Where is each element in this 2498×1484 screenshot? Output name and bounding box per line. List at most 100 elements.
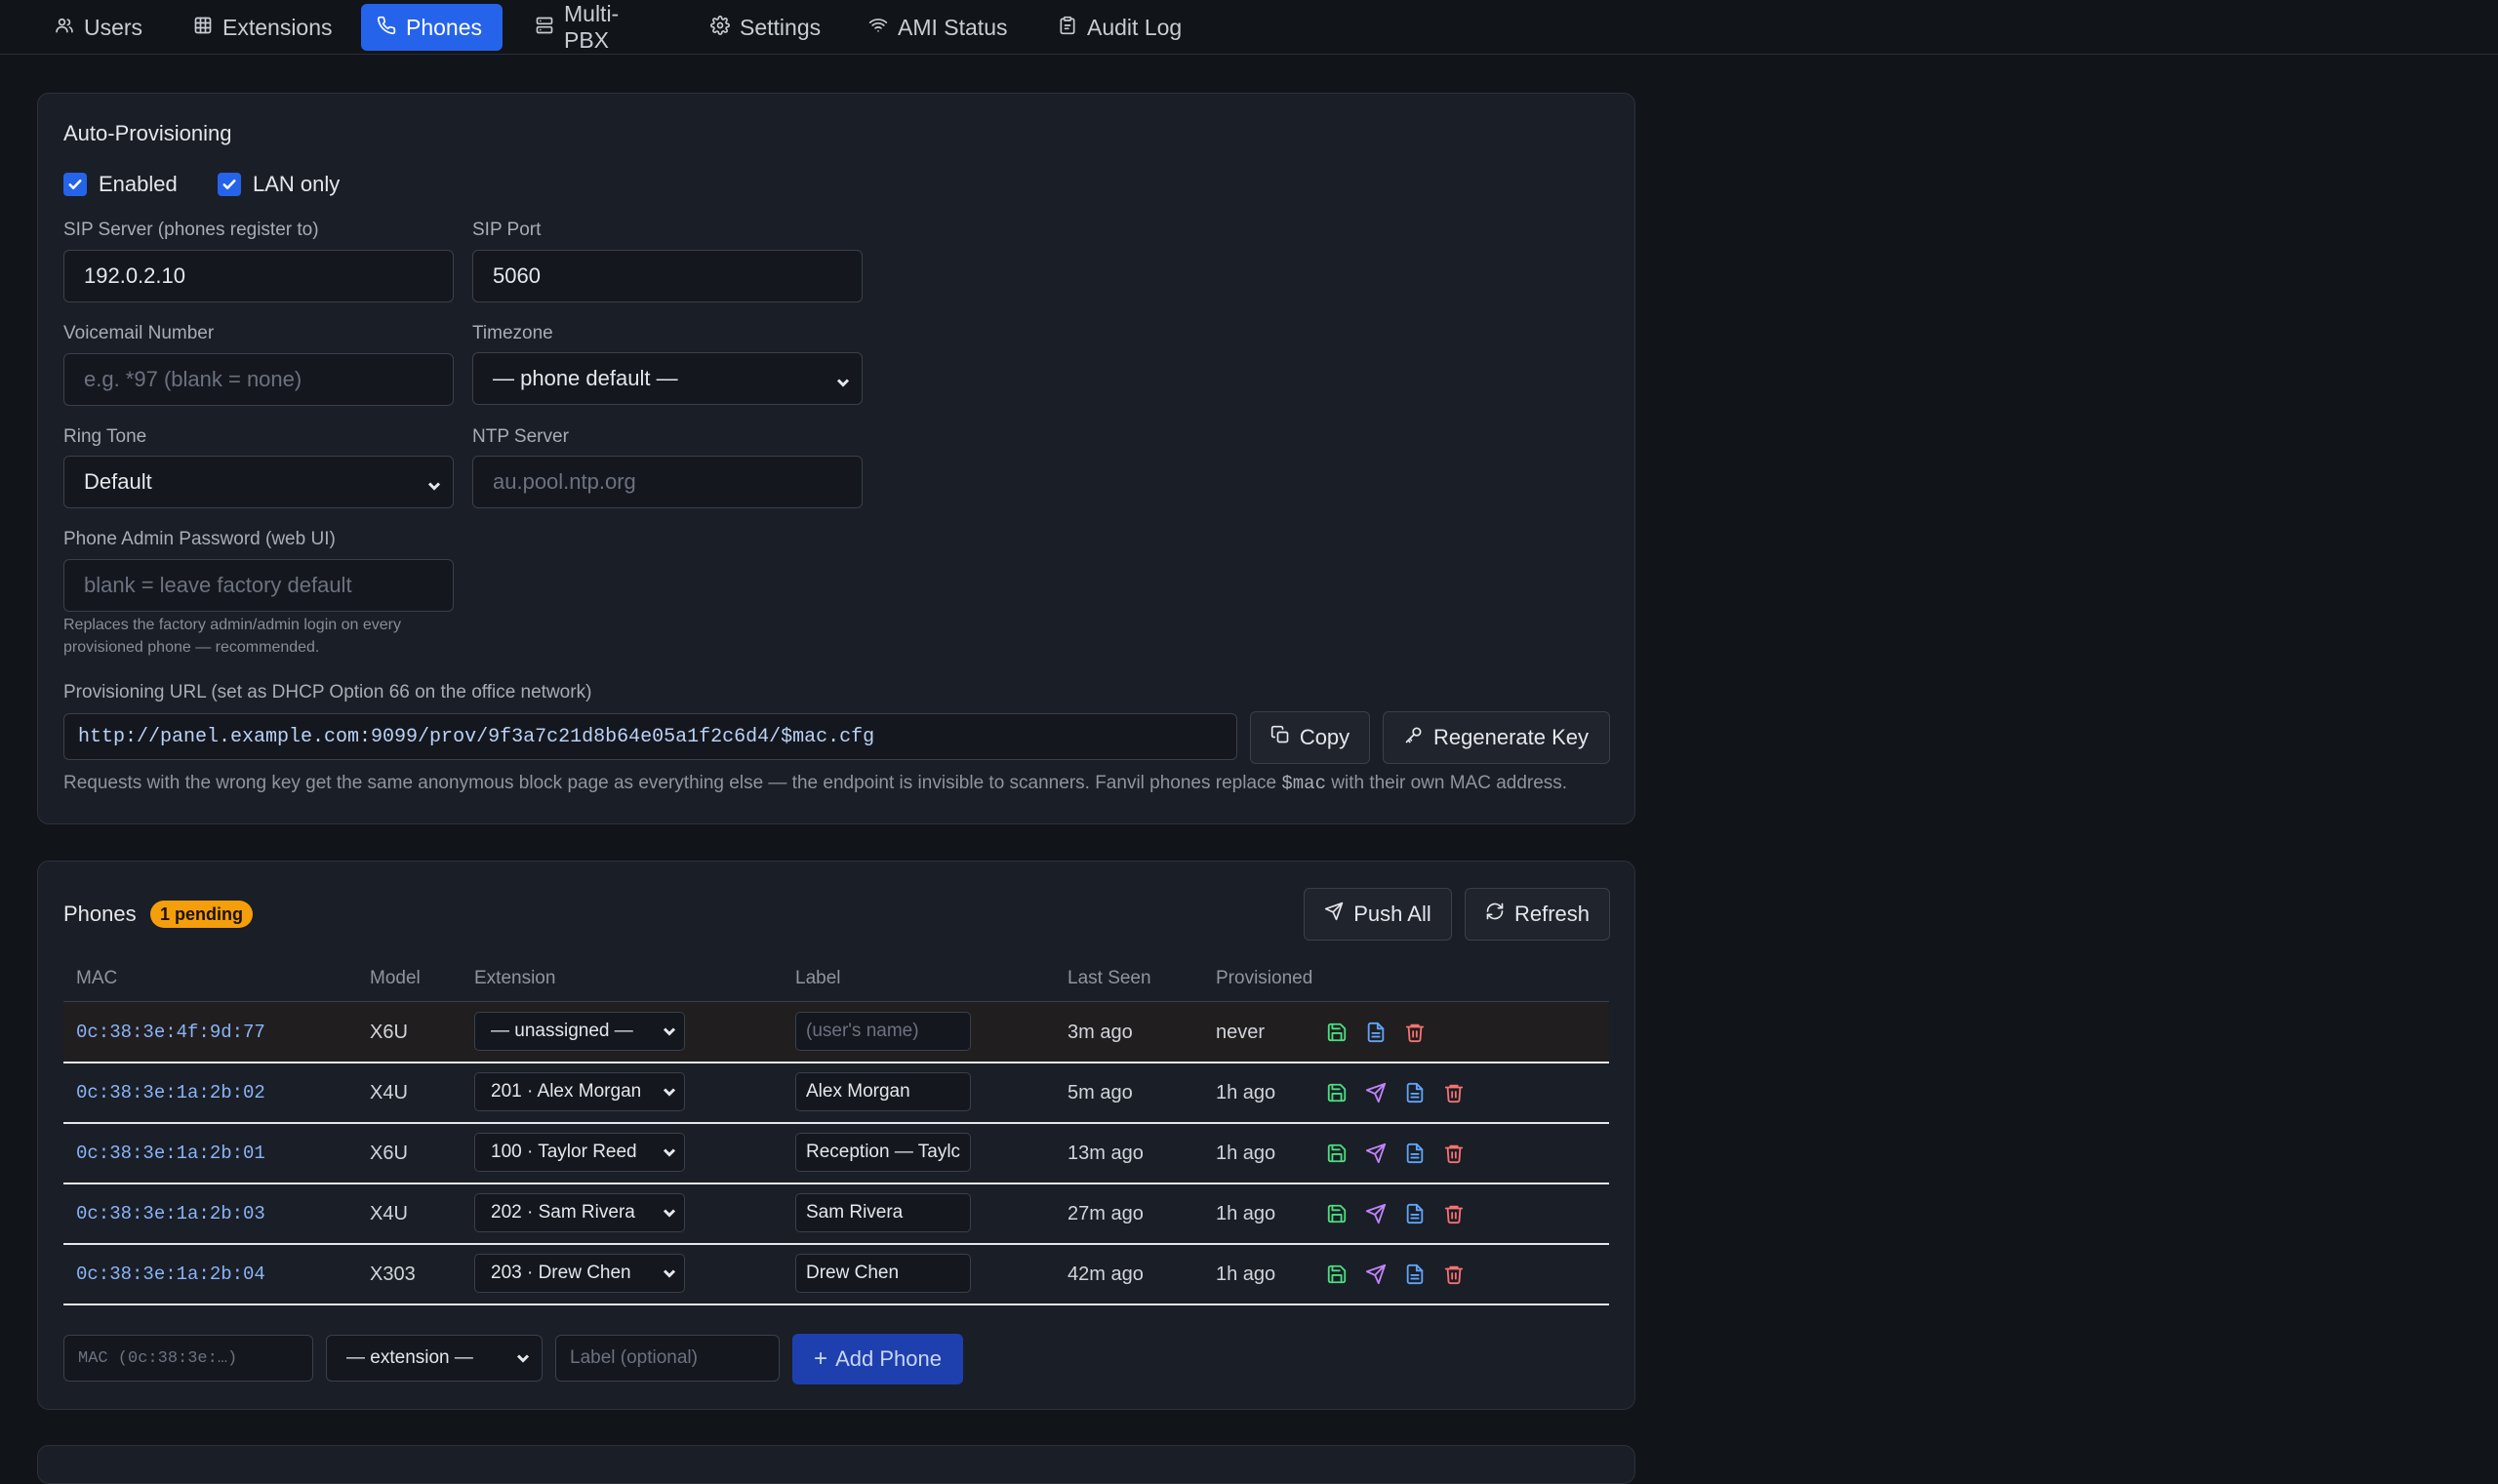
phone-icon — [377, 15, 396, 41]
sip-port-input[interactable] — [472, 250, 863, 302]
tab-audit-log[interactable]: Audit Log — [1042, 4, 1198, 51]
timezone-select[interactable]: — phone default — — [472, 352, 863, 405]
provisioned: 1h ago — [1216, 1263, 1276, 1285]
config-file-icon[interactable] — [1404, 1203, 1426, 1224]
timezone-value: — phone default — — [493, 366, 678, 390]
lan-only-checkbox[interactable]: LAN only — [218, 172, 340, 197]
label-input[interactable]: Sam Rivera — [795, 1193, 971, 1232]
lan-only-label: LAN only — [253, 172, 341, 196]
provisioning-url-label: Provisioning URL (set as DHCP Option 66 … — [63, 682, 592, 702]
config-file-icon[interactable] — [1365, 1022, 1387, 1043]
admin-password-input[interactable] — [63, 559, 454, 612]
model: X4U — [370, 1202, 408, 1224]
copy-label: Copy — [1299, 725, 1350, 749]
pending-badge: 1 pending — [150, 901, 253, 928]
send-icon[interactable] — [1365, 1082, 1387, 1103]
new-extension-select[interactable]: — extension — — [326, 1335, 543, 1382]
column-header-extension: Extension — [474, 968, 556, 988]
provisioning-url-input[interactable] — [63, 713, 1237, 760]
push-all-label: Push All — [1353, 902, 1431, 926]
provisioned: never — [1216, 1021, 1266, 1043]
add-phone-label: Add Phone — [835, 1346, 942, 1371]
trash-icon[interactable] — [1443, 1143, 1465, 1164]
ntp-input[interactable] — [472, 456, 863, 508]
trash-icon[interactable] — [1443, 1203, 1465, 1224]
hint-line: Replaces the factory admin/admin login o… — [63, 617, 401, 633]
last-seen: 27m ago — [1068, 1202, 1144, 1224]
table-row: 0c:38:3e:1a:2b:01 X6U 100 · Taylor Reed Rec… — [63, 1124, 1609, 1184]
send-icon[interactable] — [1365, 1143, 1387, 1164]
extension-select[interactable]: 203 · Drew Chen — [474, 1254, 685, 1293]
save-icon[interactable] — [1326, 1203, 1348, 1224]
model: X303 — [370, 1263, 416, 1285]
add-phone-button[interactable]: + Add Phone — [792, 1334, 963, 1384]
tab-phones[interactable]: Phones — [361, 4, 503, 51]
trash-icon[interactable] — [1443, 1082, 1465, 1103]
wifi-icon — [868, 15, 888, 41]
model: X6U — [370, 1142, 408, 1164]
refresh-button[interactable]: Refresh — [1465, 888, 1610, 941]
extension-select[interactable]: 202 · Sam Rivera — [474, 1193, 685, 1232]
sip-port-label: SIP Port — [472, 220, 542, 240]
save-icon[interactable] — [1326, 1263, 1348, 1285]
copy-button[interactable]: Copy — [1250, 711, 1370, 764]
mac-address[interactable]: 0c:38:3e:4f:9d:77 — [76, 1003, 265, 1062]
new-mac-input[interactable] — [63, 1335, 313, 1382]
last-seen: 3m ago — [1068, 1021, 1133, 1043]
tab-settings[interactable]: Settings — [695, 4, 837, 51]
enabled-checkbox[interactable]: Enabled — [63, 172, 178, 197]
trash-icon[interactable] — [1404, 1022, 1426, 1043]
last-seen: 42m ago — [1068, 1263, 1144, 1285]
tab-label: Multi-PBX — [564, 1, 620, 53]
ringtone-label: Ring Tone — [63, 426, 147, 447]
enabled-label: Enabled — [99, 172, 178, 196]
table-row: 0c:38:3e:4f:9d:77 X6U — unassigned — (user'… — [63, 1003, 1609, 1063]
mac-address[interactable]: 0c:38:3e:1a:2b:01 — [76, 1124, 265, 1183]
send-icon — [1324, 902, 1344, 927]
column-header-provisioned: Provisioned — [1216, 968, 1313, 988]
tab-label: Users — [84, 14, 143, 40]
plus-icon: + — [814, 1345, 828, 1372]
extension-value: 201 · Alex Morgan — [491, 1081, 642, 1102]
config-file-icon[interactable] — [1404, 1082, 1426, 1103]
send-icon[interactable] — [1365, 1203, 1387, 1224]
label-input[interactable]: (user's name) — [795, 1012, 971, 1051]
key-icon — [1404, 725, 1424, 750]
tab-ami-status[interactable]: AMI Status — [853, 4, 1028, 51]
mac-address[interactable]: 0c:38:3e:1a:2b:04 — [76, 1245, 265, 1304]
sip-server-input[interactable] — [63, 250, 454, 302]
regenerate-key-button[interactable]: Regenerate Key — [1383, 711, 1610, 764]
mac-address[interactable]: 0c:38:3e:1a:2b:02 — [76, 1063, 265, 1122]
copy-icon — [1270, 725, 1290, 750]
label-input[interactable]: Drew Chen — [795, 1254, 971, 1293]
ringtone-select[interactable]: Default — [63, 456, 454, 508]
extension-select[interactable]: 100 · Taylor Reed — [474, 1133, 685, 1172]
save-icon[interactable] — [1326, 1143, 1348, 1164]
grid-icon — [193, 15, 213, 41]
mac-address[interactable]: 0c:38:3e:1a:2b:03 — [76, 1184, 265, 1243]
extension-value: 100 · Taylor Reed — [491, 1142, 637, 1162]
extension-select[interactable]: — unassigned — — [474, 1012, 685, 1051]
new-label-input[interactable] — [555, 1335, 780, 1382]
save-icon[interactable] — [1326, 1022, 1348, 1043]
extension-select[interactable]: 201 · Alex Morgan — [474, 1072, 685, 1111]
tab-multi-pbx[interactable]: Multi-PBX — [519, 1, 673, 53]
chevron-down-icon — [663, 1264, 676, 1278]
header-divider — [63, 1001, 1609, 1002]
config-file-icon[interactable] — [1404, 1143, 1426, 1164]
label-input[interactable]: Alex Morgan — [795, 1072, 971, 1111]
column-header-model: Model — [370, 968, 421, 988]
tab-extensions[interactable]: Extensions — [178, 4, 349, 51]
model: X4U — [370, 1081, 408, 1103]
refresh-label: Refresh — [1513, 902, 1591, 926]
send-icon[interactable] — [1365, 1263, 1387, 1285]
tab-users[interactable]: Users — [39, 4, 158, 51]
push-all-button[interactable]: Push All — [1304, 888, 1452, 941]
trash-icon[interactable] — [1443, 1263, 1465, 1285]
save-icon[interactable] — [1326, 1082, 1348, 1103]
last-seen: 5m ago — [1068, 1081, 1133, 1103]
label-input[interactable]: Reception — Taylc — [795, 1133, 971, 1172]
voicemail-input[interactable] — [63, 353, 454, 406]
config-file-icon[interactable] — [1404, 1263, 1426, 1285]
provisioned: 1h ago — [1216, 1202, 1276, 1224]
